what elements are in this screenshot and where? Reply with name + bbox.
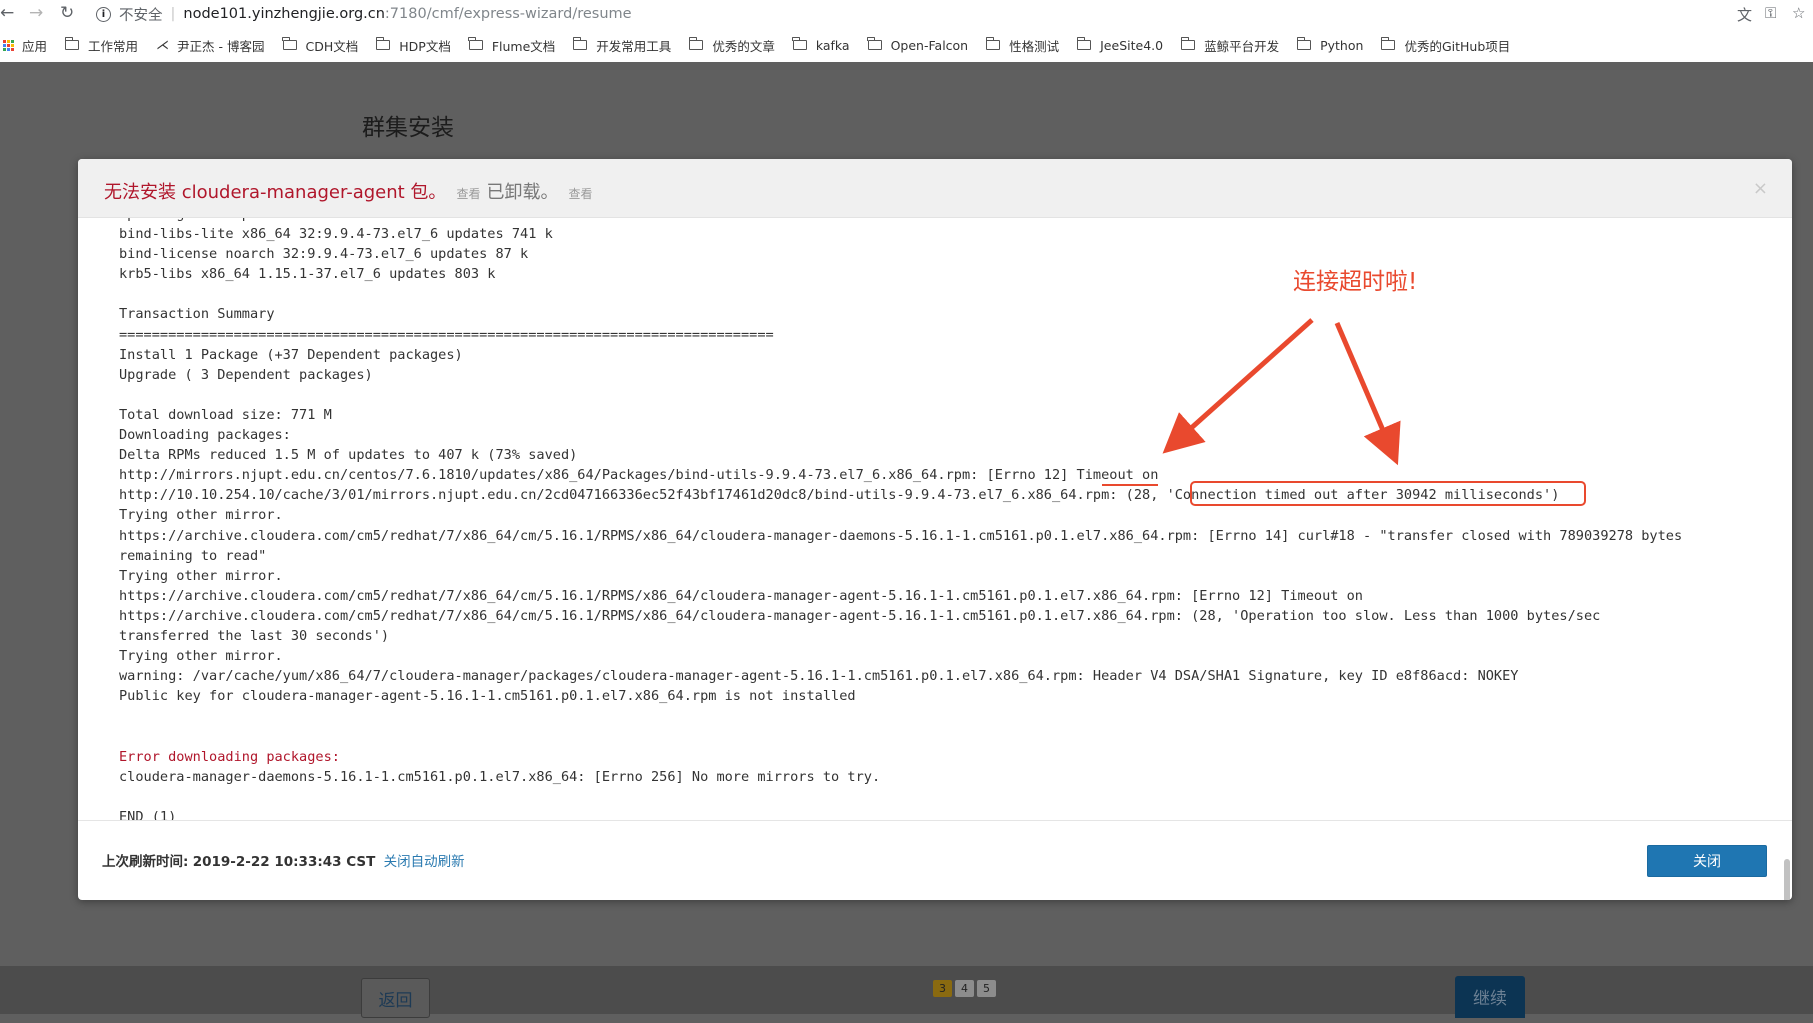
annotation-arrow-left [1162,318,1314,454]
annotation-arrows [1102,318,1586,506]
annotation-arrow-right [1334,322,1401,466]
highlight-box [1190,481,1586,506]
